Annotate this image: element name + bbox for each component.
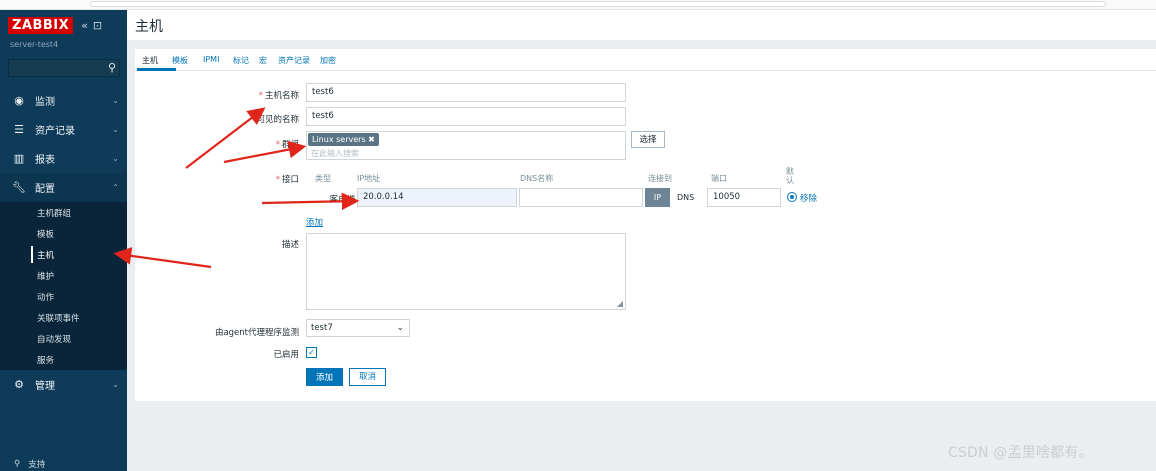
interface-ip-input[interactable]: 20.0.0.14 [357, 188, 517, 207]
description-textarea[interactable]: ◢ [306, 233, 626, 310]
interface-port-input[interactable]: 10050 [707, 188, 781, 207]
submenu-item-templates[interactable]: 模板 [0, 223, 127, 244]
tab-macros[interactable]: 宏 [259, 55, 267, 66]
server-name: server-test4 [10, 40, 59, 49]
wrench-icon: 🔧︎ [12, 181, 26, 194]
active-tab-indicator [137, 68, 176, 71]
submenu-item-hosts[interactable]: 主机 [0, 244, 127, 265]
menu-item-label: 报表 [35, 155, 55, 166]
main-content: 主机 主机 模板 IPMI 标记 宏 资产记录 加密 * 主机名称 test6 可… [127, 10, 1156, 471]
browser-top-strip [0, 0, 1156, 10]
enabled-checkbox[interactable]: ✓ [306, 347, 317, 358]
chevron-down-icon: ⌄ [112, 380, 119, 389]
chevron-up-icon: ⌃ [112, 183, 119, 192]
chevron-down-icon: ⌄ [112, 125, 119, 134]
description-label: 描述 [281, 240, 299, 250]
page-header: 主机 [127, 10, 1156, 40]
proxy-select[interactable]: test7 ⌄ [306, 319, 410, 337]
menu-item-label: 配置 [35, 184, 55, 195]
search-icon[interactable]: ⚲ [108, 61, 116, 74]
gear-icon: ⚙ [14, 378, 24, 391]
chevron-down-icon: ⌄ [396, 323, 404, 333]
menu-item-administration[interactable]: ⚙ 管理 ⌄ [0, 370, 127, 399]
group-chip: Linux servers ✖ [308, 133, 379, 146]
sidebar-controls: « ⊡ [81, 19, 102, 32]
enabled-label: 已启用 [273, 350, 299, 360]
tab-encryption[interactable]: 加密 [320, 55, 336, 66]
menu-item-label: 监测 [35, 97, 55, 108]
sidebar: ZABBIX « ⊡ server-test4 ⚲ ◉ 监测 ⌄ ☰ 资产记录 … [0, 10, 127, 471]
interface-type: 客户端 [329, 195, 355, 205]
interface-dns-input[interactable] [519, 188, 643, 207]
tab-bar: 主机 模板 IPMI 标记 宏 资产记录 加密 [135, 49, 1156, 71]
cancel-button[interactable]: 取消 [349, 368, 386, 386]
connect-ip-button[interactable]: IP [645, 188, 670, 207]
col-ip: IP地址 [357, 174, 381, 183]
watermark: CSDN @孟里啥都有。 [948, 445, 1093, 461]
host-name-input[interactable]: test6 [306, 83, 626, 102]
menu-item-reports[interactable]: ▥ 报表 ⌄ [0, 144, 127, 173]
col-default: 默认 [786, 167, 794, 185]
kiosk-mode-icon[interactable]: ⊡ [93, 19, 102, 32]
chevron-down-icon: ⌄ [112, 154, 119, 163]
menu-item-label: 资产记录 [35, 126, 75, 137]
page-title: 主机 [135, 19, 163, 35]
proxy-selected-value: test7 [311, 323, 333, 333]
submenu-item-actions[interactable]: 动作 [0, 286, 127, 307]
connect-dns-button[interactable]: DNS [677, 188, 694, 207]
submenu-item-services[interactable]: 服务 [0, 349, 127, 370]
add-interface-link[interactable]: 添加 [306, 216, 323, 228]
select-groups-button[interactable]: 选择 [631, 131, 665, 148]
groups-label: * 群组 [275, 140, 299, 150]
main-menu: ◉ 监测 ⌄ ☰ 资产记录 ⌄ ▥ 报表 ⌄ 🔧︎ 配置 ⌃ 主机群组 模板 主… [0, 86, 127, 399]
col-port: 端口 [711, 174, 727, 183]
host-form-panel: 主机 模板 IPMI 标记 宏 资产记录 加密 * 主机名称 test6 可见的名… [135, 49, 1156, 401]
tab-templates[interactable]: 模板 [172, 55, 188, 66]
groups-search-placeholder: 在此输入搜索 [311, 149, 359, 158]
submenu-item-host-groups[interactable]: 主机群组 [0, 202, 127, 223]
col-dns: DNS名称 [520, 174, 554, 183]
address-bar[interactable] [90, 1, 1106, 7]
collapse-sidebar-icon[interactable]: « [81, 19, 88, 32]
eye-icon: ◉ [14, 94, 24, 107]
tab-ipmi[interactable]: IPMI [203, 55, 219, 64]
chevron-down-icon: ⌄ [112, 96, 119, 105]
remove-interface-link[interactable]: 移除 [800, 192, 817, 204]
col-connect-to: 连接到 [648, 174, 672, 183]
col-type: 类型 [315, 174, 331, 183]
tab-host[interactable]: 主机 [142, 55, 158, 66]
menu-item-inventory[interactable]: ☰ 资产记录 ⌄ [0, 115, 127, 144]
sidebar-search-input[interactable]: ⚲ [8, 59, 120, 77]
logo-row: ZABBIX « ⊡ [8, 14, 102, 36]
submenu-item-event-correlation[interactable]: 关联项事件 [0, 307, 127, 328]
default-interface-radio[interactable] [787, 192, 797, 202]
host-name-label: * 主机名称 [258, 91, 299, 101]
visible-name-input[interactable]: test6 [306, 107, 626, 126]
support-link[interactable]: ⚲ 支持 [14, 458, 45, 470]
interfaces-label: * 接口 [275, 175, 299, 185]
add-button[interactable]: 添加 [306, 368, 343, 386]
chip-remove-icon[interactable]: ✖ [368, 135, 375, 144]
resize-grip-icon[interactable]: ◢ [617, 299, 623, 308]
support-label: 支持 [28, 460, 46, 470]
zabbix-logo[interactable]: ZABBIX [8, 16, 74, 34]
list-icon: ☰ [14, 123, 24, 136]
menu-item-monitoring[interactable]: ◉ 监测 ⌄ [0, 86, 127, 115]
visible-name-label: 可见的名称 [256, 115, 299, 125]
group-chip-label: Linux servers [312, 135, 366, 144]
menu-item-label: 管理 [35, 381, 55, 392]
configuration-submenu: 主机群组 模板 主机 维护 动作 关联项事件 自动发现 服务 [0, 202, 127, 370]
menu-item-configuration[interactable]: 🔧︎ 配置 ⌃ [0, 173, 127, 202]
submenu-item-maintenance[interactable]: 维护 [0, 265, 127, 286]
submenu-item-discovery[interactable]: 自动发现 [0, 328, 127, 349]
proxy-label: 由agent代理程序监测 [214, 328, 299, 338]
tab-tags[interactable]: 标记 [233, 55, 249, 66]
bar-chart-icon: ▥ [13, 152, 25, 165]
tab-inventory[interactable]: 资产记录 [278, 55, 310, 66]
support-icon: ⚲ [14, 459, 21, 469]
